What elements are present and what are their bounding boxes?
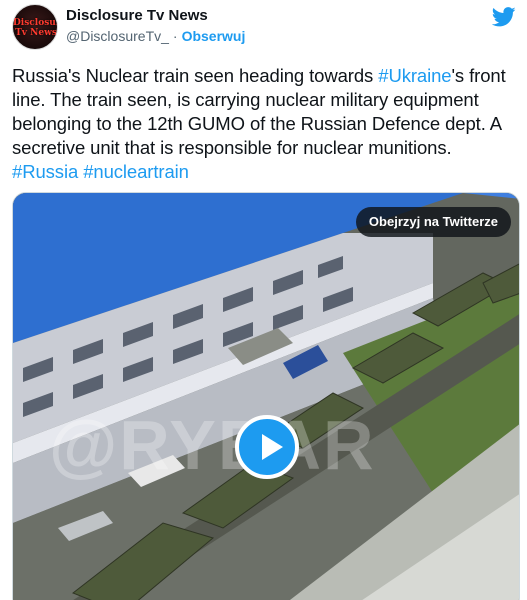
video-watermark: @RYBAR bbox=[49, 406, 376, 484]
user-handle[interactable]: @DisclosureTv_ bbox=[66, 28, 169, 44]
separator-dot: · bbox=[172, 28, 178, 44]
handle-line: @DisclosureTv_ · Obserwuj bbox=[66, 28, 245, 44]
play-button[interactable] bbox=[235, 415, 299, 479]
hashtag-nucleartrain[interactable]: #nucleartrain bbox=[83, 161, 189, 182]
tweet-card: Disclosure Tv News Disclosure Tv News @D… bbox=[0, 0, 527, 600]
avatar-logo-text: Disclosure Tv News bbox=[13, 18, 57, 38]
hashtag-russia[interactable]: #Russia bbox=[12, 161, 78, 182]
tweet-header: Disclosure Tv News Disclosure Tv News @D… bbox=[12, 4, 516, 50]
hashtag-ukraine[interactable]: #Ukraine bbox=[378, 65, 451, 86]
tweet-text: Russia's Nuclear train seen heading towa… bbox=[12, 64, 517, 184]
video-thumbnail bbox=[13, 193, 519, 600]
tweet-text-part: Russia's Nuclear train seen heading towa… bbox=[12, 65, 379, 86]
avatar[interactable]: Disclosure Tv News bbox=[12, 4, 58, 50]
display-name[interactable]: Disclosure Tv News bbox=[66, 7, 208, 24]
watch-on-twitter-button[interactable]: Obejrzyj na Twitterze bbox=[355, 207, 511, 237]
video-player[interactable]: @RYBAR Obejrzyj na Twitterze bbox=[12, 192, 520, 600]
twitter-bird-icon[interactable] bbox=[492, 7, 516, 27]
play-icon bbox=[262, 434, 283, 460]
follow-button[interactable]: Obserwuj bbox=[182, 28, 246, 44]
